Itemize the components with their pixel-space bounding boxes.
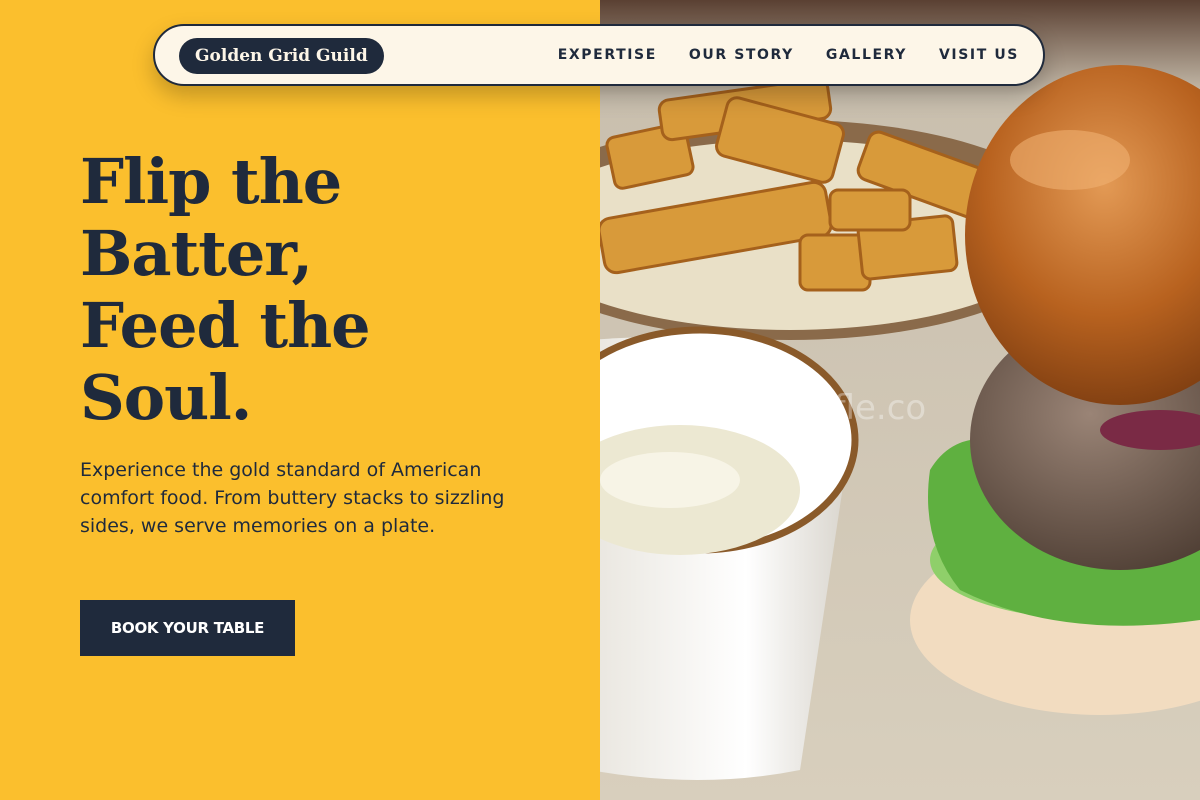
top-navigation: Golden Grid Guild EXPERTISE OUR STORY GA… <box>153 24 1045 86</box>
nav-link-expertise[interactable]: EXPERTISE <box>558 47 657 63</box>
headline-line-3: Feed the <box>80 289 371 362</box>
brand-logo[interactable]: Golden Grid Guild <box>179 38 384 74</box>
headline-line-4: Soul. <box>80 361 252 434</box>
headline-line-2: Batter, <box>80 217 313 290</box>
nav-menu: EXPERTISE OUR STORY GALLERY VISIT US <box>526 26 1019 84</box>
nav-link-our-story[interactable]: OUR STORY <box>689 47 794 63</box>
headline-line-1: Flip the <box>80 145 342 218</box>
hero-food-photo: tywaffle.co <box>600 0 1200 800</box>
hero-description: Experience the gold standard of American… <box>80 459 505 537</box>
nav-link-gallery[interactable]: GALLERY <box>826 47 907 63</box>
nav-link-visit-us[interactable]: VISIT US <box>939 47 1019 63</box>
hero-headline: Flip the Batter, Feed the Soul. <box>80 145 371 434</box>
watermark-text: tywaffle.co <box>740 388 927 428</box>
book-table-button[interactable]: BOOK YOUR TABLE <box>80 600 295 656</box>
